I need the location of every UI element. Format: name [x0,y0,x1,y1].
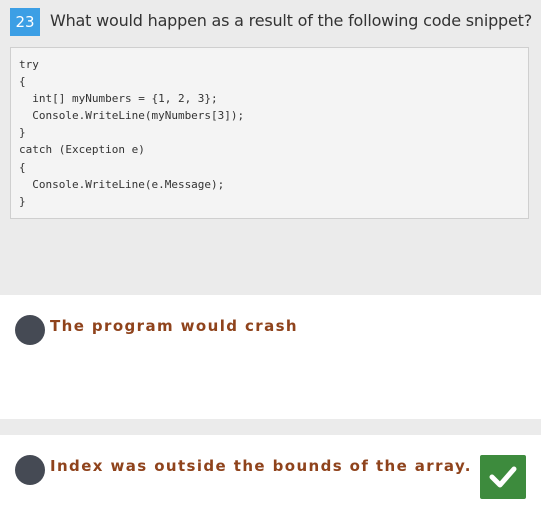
code-line: { [19,75,26,89]
correct-answer-badge [480,455,526,499]
code-line: try [19,58,39,71]
radio-button[interactable] [15,455,45,485]
answer-option-1[interactable]: The program would crash [0,295,541,419]
code-line: Console.WriteLine(myNumbers[3]); [19,109,245,123]
code-line: catch (Exception e) [19,143,145,157]
checkmark-icon [489,466,517,488]
answer-option-label: The program would crash [50,317,299,335]
code-snippet: try { int[] myNumbers = {1, 2, 3}; Conso… [10,47,529,219]
answer-option-label: Index was outside the bounds of the arra… [50,457,472,475]
code-line: } [19,126,26,140]
code-line: Console.WriteLine(e.Message); [19,177,225,191]
question-panel: 23 What would happen as a result of the … [0,0,541,295]
code-line: int[] myNumbers = {1, 2, 3}; [19,92,218,106]
code-line: } [19,194,26,208]
question-text: What would happen as a result of the fol… [50,11,533,30]
answer-option-2[interactable]: Index was outside the bounds of the arra… [0,435,541,519]
radio-button[interactable] [15,315,45,345]
question-number-badge: 23 [10,8,40,36]
code-line: { [19,160,26,174]
